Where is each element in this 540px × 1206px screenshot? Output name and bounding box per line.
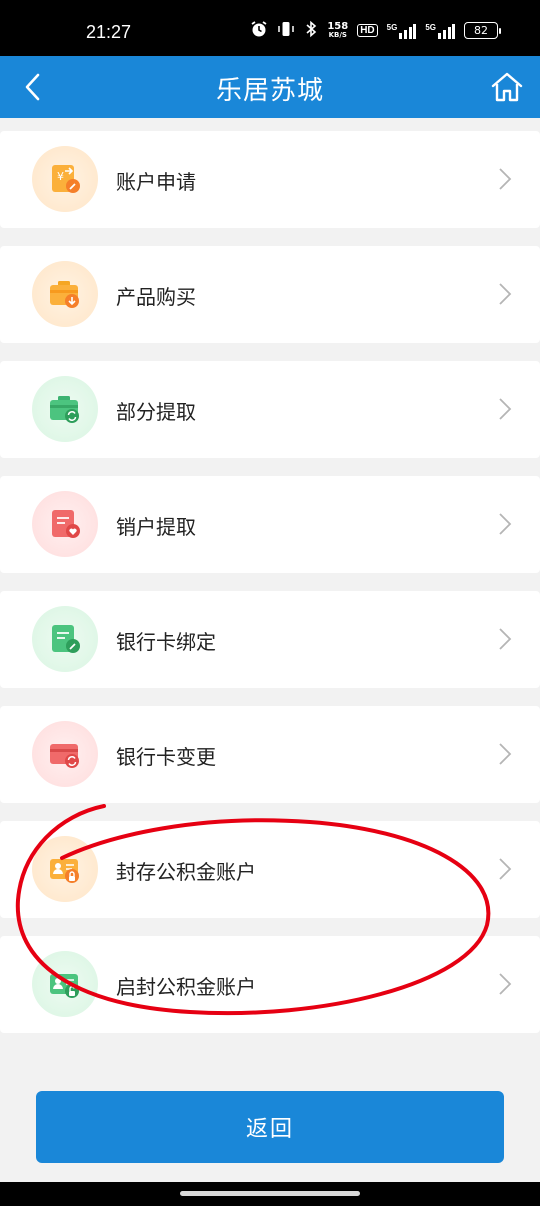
list-item-partial-withdraw[interactable]: 部分提取	[0, 361, 540, 458]
list-item-bind-card[interactable]: 银行卡绑定	[0, 591, 540, 688]
unseal-account-icon	[32, 951, 98, 1017]
list-item-product-purchase[interactable]: 产品购买	[0, 246, 540, 343]
item-label: 启封公积金账户	[116, 975, 256, 999]
home-indicator[interactable]	[180, 1191, 360, 1196]
list-item-change-card[interactable]: 银行卡变更	[0, 706, 540, 803]
item-label: 封存公积金账户	[116, 860, 256, 884]
item-label: 产品购买	[116, 285, 196, 309]
status-bar: 21:27 158 KB/S HD 5G 5G 82	[0, 0, 540, 56]
chevron-right-icon	[499, 743, 512, 765]
chevron-right-icon	[499, 168, 512, 190]
app-header: 乐居苏城	[0, 56, 540, 118]
item-label: 部分提取	[116, 400, 196, 424]
list-item-seal-account[interactable]: 封存公积金账户	[0, 821, 540, 918]
home-icon	[491, 72, 523, 102]
chevron-right-icon	[499, 628, 512, 650]
item-label: 账户申请	[116, 170, 196, 194]
change-card-icon	[32, 721, 98, 787]
system-nav-bar	[0, 1182, 540, 1206]
bluetooth-icon	[304, 20, 318, 41]
home-button[interactable]	[484, 64, 530, 110]
return-button[interactable]: 返回	[36, 1091, 504, 1163]
chevron-right-icon	[499, 283, 512, 305]
seal-account-icon	[32, 836, 98, 902]
partial-withdraw-icon	[32, 376, 98, 442]
product-purchase-icon	[32, 261, 98, 327]
net-speed: 158 KB/S	[327, 20, 349, 40]
signal-icon-2: 5G	[425, 23, 455, 39]
signal-icon-1: 5G	[387, 23, 417, 39]
vibrate-icon	[277, 20, 295, 41]
bind-card-icon	[32, 606, 98, 672]
account-apply-icon: ¥	[32, 146, 98, 212]
list-item-account-apply[interactable]: ¥ 账户申请	[0, 131, 540, 228]
item-label: 银行卡变更	[116, 745, 216, 769]
item-label: 销户提取	[116, 515, 196, 539]
status-time: 21:27	[86, 22, 132, 42]
close-account-icon	[32, 491, 98, 557]
battery-icon: 82	[464, 22, 501, 39]
chevron-right-icon	[499, 973, 512, 995]
list-item-close-account[interactable]: 销户提取	[0, 476, 540, 573]
page-title: 乐居苏城	[215, 76, 324, 106]
chevron-right-icon	[499, 398, 512, 420]
svg-text:¥: ¥	[57, 170, 64, 183]
service-list: ¥ 账户申请 产品购买 部分提取 销户提取 银行卡绑定 银行卡变更 封存公积金账…	[0, 131, 540, 1051]
alarm-icon	[250, 20, 268, 41]
net1-label: 5G	[386, 22, 398, 32]
chevron-right-icon	[499, 513, 512, 535]
list-item-unseal-account[interactable]: 启封公积金账户	[0, 936, 540, 1033]
net-speed-value: 158	[327, 20, 349, 32]
item-label: 银行卡绑定	[116, 630, 216, 654]
net-speed-unit: KB/S	[328, 30, 347, 39]
chevron-right-icon	[499, 858, 512, 880]
hd-badge: HD	[357, 24, 378, 37]
status-icons: 158 KB/S HD 5G 5G 82	[250, 20, 501, 41]
net2-label: 5G	[425, 22, 436, 32]
